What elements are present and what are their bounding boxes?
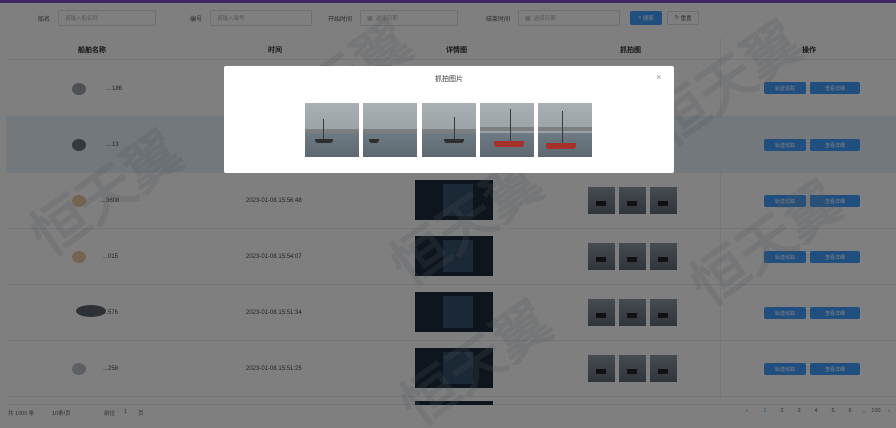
capture-photos-dialog: 抓拍图片 × [224, 66, 674, 173]
close-icon[interactable]: × [656, 72, 661, 82]
dialog-photo-5[interactable] [538, 103, 592, 157]
dialog-photo-2[interactable] [363, 103, 417, 157]
modal-overlay[interactable] [0, 0, 896, 428]
dialog-photo-1[interactable] [305, 103, 359, 157]
dialog-photo-3[interactable] [422, 103, 476, 157]
dialog-photo-4[interactable] [480, 103, 534, 157]
dialog-title: 抓拍图片 [435, 76, 463, 83]
